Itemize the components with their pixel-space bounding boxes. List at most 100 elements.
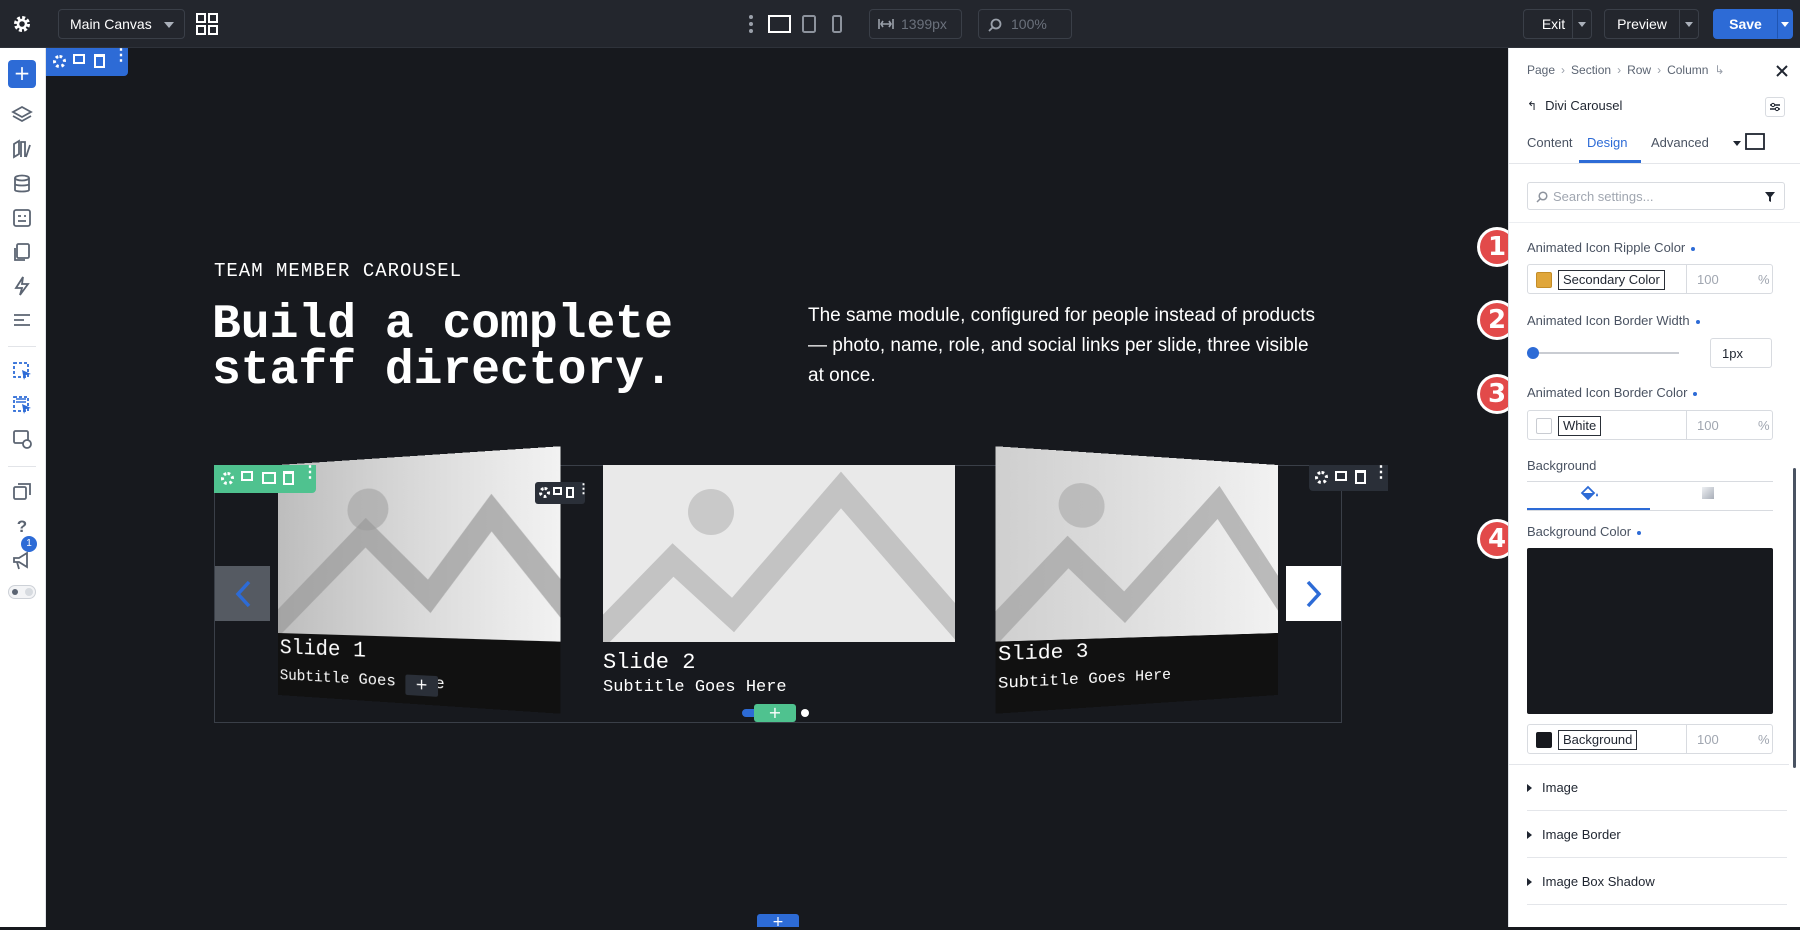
slide-2[interactable]: Slide 2 Subtitle Goes Here <box>584 465 983 705</box>
bg-opacity-input[interactable]: 100 % <box>1686 725 1774 753</box>
trash-icon[interactable] <box>566 487 574 498</box>
theme-options-icon[interactable] <box>11 207 33 229</box>
history-layers-icon[interactable] <box>11 480 33 502</box>
preview-button[interactable]: Preview <box>1604 9 1680 39</box>
trash-icon[interactable] <box>283 471 294 485</box>
desktop-preview-icon[interactable] <box>1745 133 1765 150</box>
color-swatch[interactable] <box>1536 272 1552 288</box>
more-vertical-icon[interactable]: ⋮ <box>577 482 590 495</box>
more-options-icon[interactable] <box>748 14 754 34</box>
breadcrumb-page[interactable]: Page <box>1527 63 1555 77</box>
columns-icon[interactable] <box>262 472 276 484</box>
tab-overflow-chevron-icon[interactable] <box>1733 141 1741 146</box>
select-multiple-icon[interactable] <box>11 394 33 416</box>
carousel-module[interactable]: ⋮ Slide 1 Subtitle Goes Here + ⋮ Slide 2… <box>214 465 1389 723</box>
save-dropdown-button[interactable] <box>1777 9 1793 39</box>
slide-settings-gear-icon[interactable] <box>539 487 550 498</box>
list-icon[interactable] <box>11 309 33 331</box>
tab-advanced[interactable]: Advanced <box>1651 135 1709 150</box>
bg-color-preview[interactable] <box>1527 548 1773 714</box>
database-icon[interactable] <box>11 173 33 195</box>
settings-search-input[interactable]: Search settings... <box>1527 182 1785 210</box>
add-content-button[interactable]: + <box>405 674 439 697</box>
tab-design[interactable]: Design <box>1587 135 1627 150</box>
ripple-color-name[interactable]: Secondary Color <box>1558 270 1665 290</box>
active-tab-indicator <box>1579 160 1641 163</box>
add-section-button[interactable]: + <box>757 914 799 930</box>
bg-color-field[interactable]: Background 100 % <box>1527 724 1773 754</box>
section-settings-gear-icon[interactable] <box>53 55 66 68</box>
back-arrow-icon[interactable]: ↰ <box>1527 99 1537 113</box>
panel-scrollbar[interactable] <box>1793 468 1796 768</box>
accordion-image-border[interactable]: Image Border <box>1527 812 1787 858</box>
settings-panel: Page › Section › Row › Column ↳ ↰ Divi C… <box>1508 48 1800 927</box>
duplicate-icon[interactable] <box>1335 471 1347 481</box>
border-color-field[interactable]: White 100 % <box>1527 410 1773 440</box>
tablet-view-icon[interactable] <box>801 15 817 33</box>
more-vertical-icon[interactable]: ⋮ <box>302 465 318 481</box>
design-library-icon[interactable] <box>11 138 33 160</box>
save-button[interactable]: Save <box>1713 9 1778 39</box>
desktop-view-icon[interactable] <box>768 15 791 33</box>
tab-content[interactable]: Content <box>1527 135 1573 150</box>
border-width-slider-track[interactable] <box>1531 352 1679 354</box>
carousel-prev-button[interactable] <box>215 566 270 621</box>
ripple-opacity-input[interactable]: 100 % <box>1686 265 1774 293</box>
module-presets-button[interactable] <box>1765 97 1785 117</box>
responsive-preview-icon[interactable] <box>11 428 33 450</box>
settings-gear-icon[interactable] <box>12 14 32 34</box>
color-swatch[interactable] <box>1536 732 1552 748</box>
select-element-icon[interactable] <box>11 360 33 382</box>
border-width-slider-handle[interactable] <box>1527 347 1539 359</box>
add-module-inline-button[interactable]: + <box>754 704 796 722</box>
accordion-image-border-label: Image Border <box>1542 827 1621 842</box>
duplicate-icon[interactable] <box>73 54 85 64</box>
phone-view-icon[interactable] <box>830 15 844 33</box>
module-settings-gear-icon[interactable] <box>221 472 234 485</box>
more-vertical-icon[interactable]: ⋮ <box>113 48 129 64</box>
color-swatch[interactable] <box>1536 418 1552 434</box>
layers-icon[interactable] <box>11 104 33 126</box>
slide-1[interactable]: Slide 1 Subtitle Goes Here + <box>278 446 561 714</box>
pages-icon[interactable] <box>11 241 33 263</box>
preview-dropdown-button[interactable] <box>1679 9 1699 39</box>
ripple-color-field[interactable]: Secondary Color 100 % <box>1527 264 1773 294</box>
accordion-image-box-shadow[interactable]: Image Box Shadow <box>1527 859 1787 905</box>
bg-color-name[interactable]: Background <box>1558 730 1638 750</box>
canvas-width-input[interactable]: 1399px <box>869 9 962 39</box>
paint-bucket-icon[interactable] <box>1579 484 1599 502</box>
duplicate-icon[interactable] <box>553 487 562 495</box>
canvas-select[interactable]: Main Canvas <box>58 9 185 39</box>
duplicate-icon[interactable] <box>241 471 253 481</box>
percent-unit: % <box>1758 272 1770 287</box>
announcements-icon[interactable] <box>11 550 33 572</box>
gradient-icon[interactable] <box>1701 486 1715 500</box>
exit-dropdown-button[interactable] <box>1572 9 1592 39</box>
page-heading: Build a complete staff directory. <box>212 301 673 395</box>
canvas-grid-icon[interactable] <box>196 13 218 35</box>
search-icon <box>1536 191 1548 203</box>
caret-right-icon <box>1527 830 1532 839</box>
slide-title: Slide 1 <box>279 637 366 665</box>
breadcrumb-row[interactable]: Row <box>1627 63 1651 77</box>
border-color-name[interactable]: White <box>1558 416 1602 436</box>
column-settings-gear-icon[interactable] <box>1315 471 1328 484</box>
more-vertical-icon[interactable]: ⋮ <box>1373 465 1389 481</box>
filter-icon[interactable] <box>1764 191 1776 203</box>
zoom-input[interactable]: 100% <box>978 9 1072 39</box>
pagination-dot[interactable] <box>801 709 809 717</box>
breadcrumb-column[interactable]: Column <box>1667 63 1708 77</box>
mode-toggle[interactable] <box>8 585 36 599</box>
breadcrumb-section[interactable]: Section <box>1571 63 1611 77</box>
border-color-label-text: Animated Icon Border Color <box>1527 385 1688 400</box>
slide-3[interactable]: Slide 3 Subtitle Goes Here <box>995 446 1278 714</box>
accordion-image[interactable]: Image <box>1527 765 1787 811</box>
carousel-next-button[interactable] <box>1286 566 1341 621</box>
close-icon[interactable] <box>1775 64 1789 78</box>
trash-icon[interactable] <box>1355 470 1366 484</box>
lightning-icon[interactable] <box>11 275 33 297</box>
trash-icon[interactable] <box>94 54 105 68</box>
border-width-input[interactable]: 1px <box>1710 338 1772 368</box>
add-module-button[interactable]: + <box>8 60 36 88</box>
border-opacity-input[interactable]: 100 % <box>1686 411 1774 439</box>
